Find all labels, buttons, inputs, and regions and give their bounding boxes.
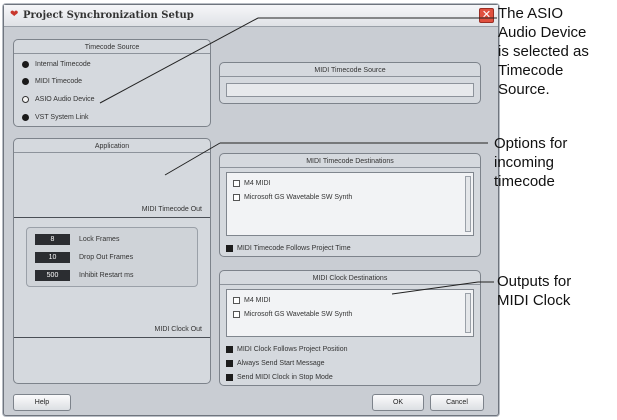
option-label: Always Send Start Message (237, 360, 325, 367)
drop-out-frames-label: Drop Out Frames (79, 254, 134, 261)
divider (14, 217, 210, 218)
checkbox-checked-icon (226, 346, 233, 353)
inhibit-restart-input[interactable]: 500 (35, 270, 70, 281)
ok-button[interactable]: OK (372, 394, 424, 411)
radio-vst-system-link[interactable]: VST System Link (22, 112, 89, 123)
radio-selected-icon (22, 96, 29, 103)
radio-asio-audio-device[interactable]: ASIO Audio Device (22, 94, 95, 105)
destination-label: M4 MIDI (244, 297, 271, 304)
radio-dot-icon (22, 114, 29, 121)
lock-frames-label: Lock Frames (79, 236, 120, 243)
destination-m4-midi[interactable]: M4 MIDI (233, 179, 270, 188)
option-label: MIDI Clock Follows Project Position (237, 346, 348, 353)
destination-label: Microsoft GS Wavetable SW Synth (244, 311, 353, 318)
inhibit-restart-label: Inhibit Restart ms (79, 272, 134, 279)
help-button[interactable]: Help (13, 394, 71, 411)
radio-label: MIDI Timecode (35, 78, 83, 85)
project-sync-dialog: ❤ Project Synchronization Setup ✕ Timeco… (3, 4, 499, 416)
radio-internal-timecode[interactable]: Internal Timecode (22, 59, 91, 70)
close-button[interactable]: ✕ (479, 8, 494, 23)
checkbox-icon (233, 180, 240, 187)
checkbox-checked-icon (226, 245, 233, 252)
timecode-source-title: Timecode Source (84, 44, 140, 51)
divider (14, 337, 210, 338)
application-title: Application (94, 143, 130, 150)
annotation-asio: The ASIO Audio Device is selected as Tim… (498, 5, 589, 98)
midi-timecode-source-select[interactable] (226, 83, 474, 97)
midi-timecode-out-label: MIDI Timecode Out (141, 206, 202, 213)
destination-label: Microsoft GS Wavetable SW Synth (244, 194, 353, 201)
destination-gs-wavetable[interactable]: Microsoft GS Wavetable SW Synth (233, 193, 352, 202)
scrollbar[interactable] (465, 176, 471, 232)
clock-destination-m4-midi[interactable]: M4 MIDI (233, 296, 270, 305)
midi-timecode-destinations-title: MIDI Timecode Destinations (306, 158, 394, 165)
radio-label: ASIO Audio Device (35, 96, 95, 103)
midi-timecode-destinations-list[interactable]: M4 MIDI Microsoft GS Wavetable SW Synth (226, 172, 474, 236)
midi-clock-destinations-panel: MIDI Clock Destinations M4 MIDI Microsof… (219, 270, 481, 386)
sync-fields-group: 8 Lock Frames 10 Drop Out Frames 500 Inh… (26, 227, 198, 287)
midi-clock-destinations-title: MIDI Clock Destinations (312, 275, 388, 282)
radio-label: Internal Timecode (35, 61, 91, 68)
option-label: Send MIDI Clock in Stop Mode (237, 374, 333, 381)
lock-frames-input[interactable]: 8 (35, 234, 70, 245)
clock-destination-gs-wavetable[interactable]: Microsoft GS Wavetable SW Synth (233, 310, 352, 319)
cancel-button[interactable]: Cancel (430, 394, 484, 411)
radio-midi-timecode[interactable]: MIDI Timecode (22, 76, 82, 87)
checkbox-checked-icon (226, 360, 233, 367)
clock-follows-position-option[interactable]: MIDI Clock Follows Project Position (226, 345, 347, 354)
checkbox-icon (233, 194, 240, 201)
cubase-logo-icon: ❤ (10, 9, 19, 20)
radio-dot-icon (22, 78, 29, 85)
checkbox-icon (233, 297, 240, 304)
scrollbar[interactable] (465, 293, 471, 333)
midi-clock-out-label: MIDI Clock Out (154, 326, 202, 333)
window-title: Project Synchronization Setup (23, 10, 194, 21)
annotation-options: Options for incoming timecode (494, 135, 568, 190)
option-label: MIDI Timecode Follows Project Time (237, 245, 351, 252)
send-clock-stop-mode-option[interactable]: Send MIDI Clock in Stop Mode (226, 373, 333, 382)
annotation-outputs: Outputs for MIDI Clock (497, 273, 572, 309)
midi-clock-destinations-list[interactable]: M4 MIDI Microsoft GS Wavetable SW Synth (226, 289, 474, 337)
drop-out-frames-input[interactable]: 10 (35, 252, 70, 263)
title-bar: ❤ Project Synchronization Setup ✕ (4, 5, 498, 27)
always-send-start-option[interactable]: Always Send Start Message (226, 359, 325, 368)
checkbox-icon (233, 311, 240, 318)
midi-timecode-source-title: MIDI Timecode Source (314, 67, 386, 74)
follows-project-time-option[interactable]: MIDI Timecode Follows Project Time (226, 244, 351, 253)
midi-timecode-destinations-panel: MIDI Timecode Destinations M4 MIDI Micro… (219, 153, 481, 257)
radio-label: VST System Link (35, 114, 89, 121)
timecode-source-panel: Timecode Source Internal Timecode MIDI T… (13, 39, 211, 127)
destination-label: M4 MIDI (244, 180, 271, 187)
application-panel: Application MIDI Timecode Out 8 Lock Fra… (13, 138, 211, 384)
radio-dot-icon (22, 61, 29, 68)
checkbox-checked-icon (226, 374, 233, 381)
midi-timecode-source-panel: MIDI Timecode Source (219, 62, 481, 104)
